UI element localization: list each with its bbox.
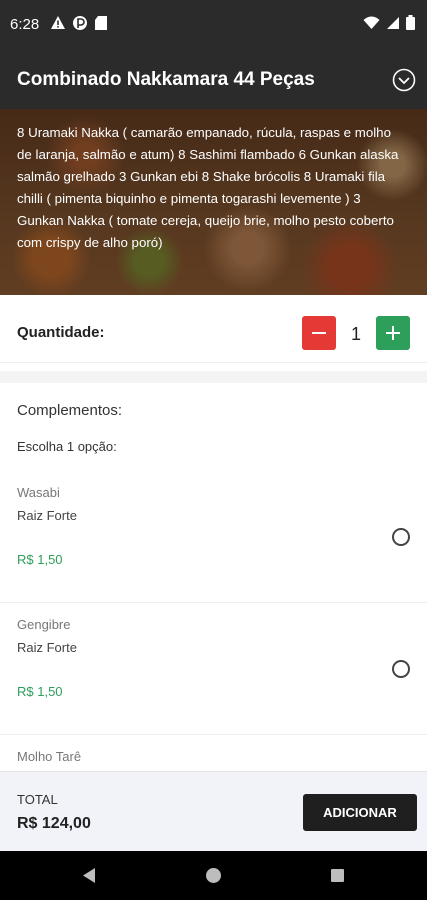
option-description: Raiz Forte	[17, 508, 77, 523]
complement-option-wasabi[interactable]: Wasabi Raiz Forte R$ 1,50	[0, 471, 427, 603]
collapse-button[interactable]	[392, 68, 416, 92]
option-price: R$ 1,50	[17, 684, 63, 699]
option-radio[interactable]	[392, 528, 410, 546]
chevron-down-circle-icon	[392, 68, 416, 92]
status-time: 6:28	[10, 16, 40, 33]
app-bar: Combinado Nakkamara 44 Peças	[0, 52, 427, 109]
option-description: Raiz Forte	[17, 640, 77, 655]
status-icons-right	[363, 15, 415, 30]
total-value: R$ 124,00	[17, 815, 91, 832]
quantity-value: 1	[350, 324, 361, 344]
signal-icon	[387, 16, 399, 29]
status-icons-left	[50, 15, 108, 31]
complements-title: Complementos:	[17, 402, 123, 419]
back-icon[interactable]	[81, 867, 97, 884]
recents-icon[interactable]	[331, 869, 344, 882]
option-name: Wasabi	[17, 485, 60, 500]
quantity-label: Quantidade:	[17, 324, 105, 341]
plus-icon	[386, 326, 400, 340]
option-name: Molho Tarê	[17, 749, 82, 764]
option-price: R$ 1,50	[17, 552, 63, 567]
option-name: Gengibre	[17, 617, 71, 632]
product-title: Combinado Nakkamara 44 Peças	[17, 69, 315, 90]
product-image: 8 Uramaki Nakka ( camarão empanado, rúcu…	[0, 109, 427, 295]
data-saver-icon	[73, 16, 87, 30]
decrease-quantity-button[interactable]	[302, 316, 336, 350]
home-icon[interactable]	[206, 868, 221, 883]
status-bar: 6:28	[0, 0, 427, 52]
battery-icon	[406, 15, 415, 30]
product-description: 8 Uramaki Nakka ( camarão empanado, rúcu…	[17, 125, 399, 250]
sd-card-icon	[95, 16, 107, 30]
complement-option-gengibre[interactable]: Gengibre Raiz Forte R$ 1,50	[0, 603, 427, 735]
system-nav-bar	[0, 851, 427, 900]
increase-quantity-button[interactable]	[376, 316, 410, 350]
alert-icon	[51, 16, 65, 29]
add-button[interactable]: ADICIONAR	[303, 794, 417, 831]
minus-icon	[312, 332, 326, 334]
order-footer: TOTAL R$ 124,00 ADICIONAR	[0, 771, 427, 851]
total-label: TOTAL	[17, 792, 58, 807]
complement-option-molho-tare[interactable]: Molho Tarê	[0, 735, 427, 771]
option-radio[interactable]	[392, 660, 410, 678]
complements-subtitle: Escolha 1 opção:	[17, 439, 117, 454]
quantity-row: Quantidade: 1	[0, 295, 427, 363]
wifi-icon	[363, 16, 380, 29]
section-divider	[0, 371, 427, 383]
